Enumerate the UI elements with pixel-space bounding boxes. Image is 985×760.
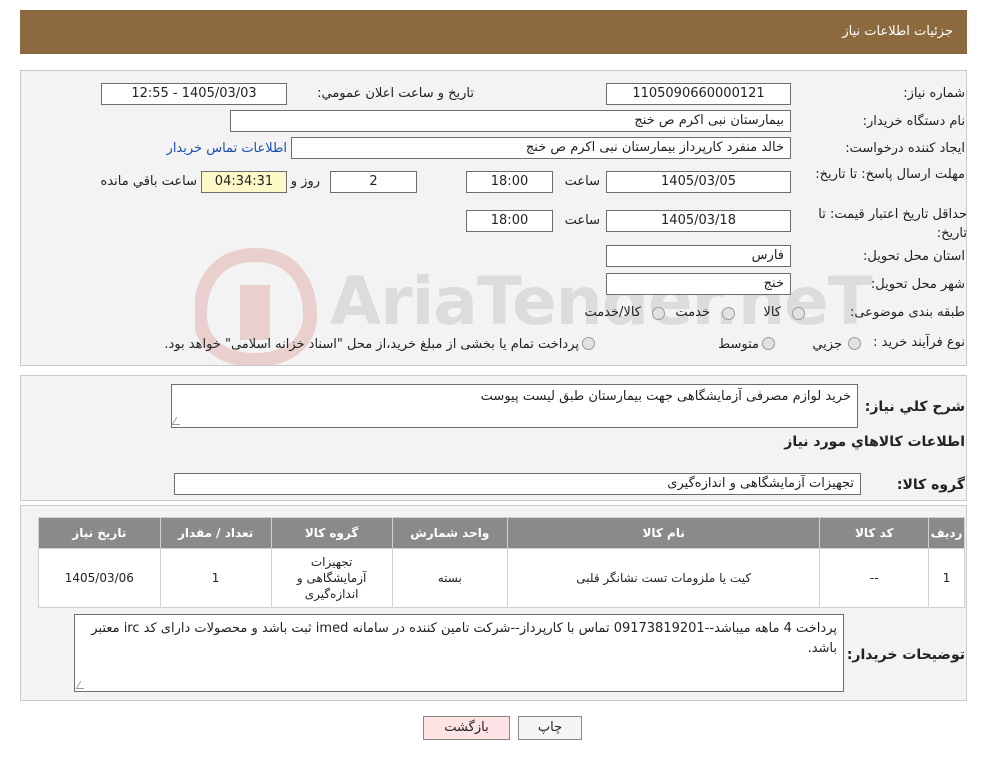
goods-group-label: گروه كالا: (896, 477, 965, 493)
buyer-contact-link[interactable]: اطلاعات تماس خريدار (167, 141, 287, 156)
print-button[interactable]: چاپ (518, 716, 582, 740)
remaining-label: ساعت باقي مانده (100, 174, 197, 189)
announce-label: تاریخ و ساعت اعلان عمومي: (317, 86, 474, 101)
validity-time-field: 18:00 (466, 210, 553, 232)
need-number-label: شماره نیاز: (903, 86, 965, 101)
col-name: نام كالا (506, 517, 821, 549)
days-field: 2 (330, 171, 417, 193)
category-option-goods: كالا (763, 305, 781, 320)
goods-table-header-row: رديف كد كالا نام كالا واحد شمارش گروه كا… (38, 517, 965, 549)
col-date: تاريخ نياز (38, 517, 161, 549)
creator-label: ايجاد كننده درخواست: (845, 141, 965, 156)
province-field: فارس (606, 245, 791, 267)
category-option-service: خدمت (675, 305, 710, 320)
category-label: طبقه بندی موضوعی: (849, 305, 965, 320)
goods-group-field: تجهيزات آزمايشگاهی و اندازه‌گيری (174, 473, 861, 495)
col-code: كد كالا (819, 517, 930, 549)
city-field: خنج (606, 273, 791, 295)
process-radio-minor[interactable] (848, 337, 861, 350)
days-label: روز و (290, 174, 320, 189)
process-option-minor: جزيي (812, 337, 842, 352)
announce-field: 1405/03/03 - 12:55 (101, 83, 287, 105)
description-field: خريد لوازم مصرفی آزمايشگاهی جهت بيمارستا… (171, 384, 858, 428)
buyer-notes-field: پرداخت 4 ماهه ميباشد--09173819201 تماس ب… (74, 614, 844, 692)
validity-label: حداقل تاريخ اعتبار قيمت: تا تاريخ: (818, 207, 967, 241)
page-title: جزئیات اطلاعات نیاز (842, 24, 953, 39)
back-button[interactable]: بازگشت (423, 716, 510, 740)
deadline-date-field: 1405/03/05 (606, 171, 791, 193)
goods-table: رديف كد كالا نام كالا واحد شمارش گروه كا… (38, 517, 965, 608)
category-option-goods-service: كالا/خدمت (584, 305, 641, 320)
process-radio-treasury[interactable] (582, 337, 595, 350)
process-option-medium: متوسط (718, 337, 759, 352)
process-note: پرداخت تمام يا بخشی از مبلغ خريد،از محل … (164, 337, 579, 352)
remaining-time-field: 04:34:31 (201, 171, 287, 193)
buyer-notes-label: توضيحات خريدار: (846, 647, 965, 663)
page-header: جزئیات اطلاعات نیاز (20, 10, 967, 54)
cell-qty: 1 (159, 548, 272, 608)
col-unit: واحد شمارش (391, 517, 508, 549)
category-radio-service[interactable] (722, 307, 735, 320)
goods-section-title: اطلاعات كالاهاي مورد نياز (784, 434, 965, 450)
description-label: شرح كلي نياز: (864, 399, 965, 415)
deadline-time-label: ساعت (564, 174, 600, 189)
category-radio-goods-service[interactable] (652, 307, 665, 320)
category-radio-goods[interactable] (792, 307, 805, 320)
need-number-field: 1105090660000121 (606, 83, 791, 105)
cell-code: -- (819, 548, 930, 608)
table-row: 1 -- کيت يا ملزومات تست نشانگر قلبی بسته… (38, 548, 965, 608)
deadline-label: مهلت ارسال پاسخ: تا تاريخ: (815, 167, 965, 182)
cell-group: تجهيزات آزمايشگاهی و اندازه‌گيری (270, 548, 393, 608)
col-row: رديف (928, 517, 965, 549)
creator-field: خالد منفرد کارپرداز بيمارستان نبی اکرم ص… (291, 137, 791, 159)
cell-unit: بسته (391, 548, 508, 608)
cell-date: 1405/03/06 (38, 548, 161, 608)
validity-time-label: ساعت (564, 213, 600, 228)
buyer-org-field: بيمارستان نبی اکرم ص خنج (230, 110, 791, 132)
col-group: گروه كالا (270, 517, 393, 549)
city-label: شهر محل تحويل: (870, 277, 965, 292)
province-label: استان محل تحويل: (863, 249, 965, 264)
process-label: نوع فرآيند خريد : (873, 335, 965, 350)
buyer-org-label: نام دستگاه خريدار: (862, 114, 965, 129)
col-qty: تعداد / مقدار (159, 517, 272, 549)
validity-date-field: 1405/03/18 (606, 210, 791, 232)
cell-name: کيت يا ملزومات تست نشانگر قلبی (506, 548, 821, 608)
cell-row: 1 (928, 548, 965, 608)
process-radio-medium[interactable] (762, 337, 775, 350)
deadline-time-field: 18:00 (466, 171, 553, 193)
